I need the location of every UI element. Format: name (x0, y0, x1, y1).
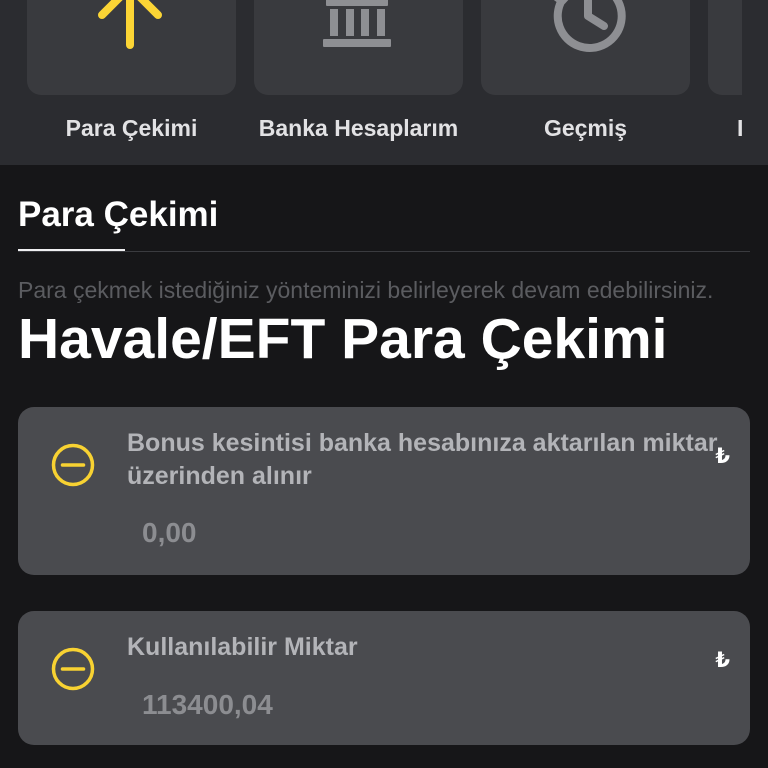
quick-action-tile[interactable] (254, 0, 463, 95)
withdraw-screen: Para Çekimi Banka Hesaplarım Geçmiş I Pa… (0, 0, 768, 768)
quick-action-label: Para Çekimi (65, 115, 198, 141)
bonus-deduction-card: Bonus kesintisi banka hesabınıza aktarıl… (18, 407, 750, 575)
field-value: 0,00 (142, 517, 197, 548)
quick-action-history[interactable]: Geçmiş (481, 0, 690, 165)
currency-symbol: ₺ (715, 649, 730, 672)
quick-action-label: Banka Hesaplarım (258, 115, 459, 141)
quick-action-tile[interactable] (481, 0, 690, 95)
available-amount-card: Kullanılabilir Miktar ₺ 113400,04 (18, 611, 750, 745)
instructions-text: Para çekmek istediğiniz yönteminizi beli… (18, 277, 714, 303)
quick-action-withdraw[interactable]: Para Çekimi (27, 0, 236, 165)
history-icon (553, 0, 626, 52)
tab-withdraw[interactable]: Para Çekimi (18, 195, 218, 235)
field-label: Kullanılabilir Miktar (127, 633, 358, 661)
arrow-up-icon (98, 0, 162, 49)
quick-action-label: Geçmiş (543, 115, 628, 141)
currency-symbol: ₺ (715, 445, 730, 468)
tab-divider (18, 251, 750, 252)
quick-action-tile[interactable] (708, 0, 742, 95)
tab-active-indicator (18, 249, 125, 251)
field-label: Bonus kesintisi banka hesabınıza aktarıl… (127, 429, 718, 490)
quick-action-more[interactable]: I (708, 0, 742, 165)
quick-action-tile[interactable] (27, 0, 236, 95)
quick-action-label: I (737, 115, 742, 141)
quick-action-bank-accounts[interactable]: Banka Hesaplarım (254, 0, 463, 165)
quick-actions-scroller[interactable]: Para Çekimi Banka Hesaplarım Geçmiş I (0, 0, 742, 165)
minus-circle-icon (51, 443, 95, 487)
minus-circle-icon (51, 647, 95, 691)
field-value: 113400,04 (142, 689, 273, 720)
method-title: Havale/EFT Para Çekimi (18, 307, 668, 371)
bank-icon (323, 0, 391, 47)
